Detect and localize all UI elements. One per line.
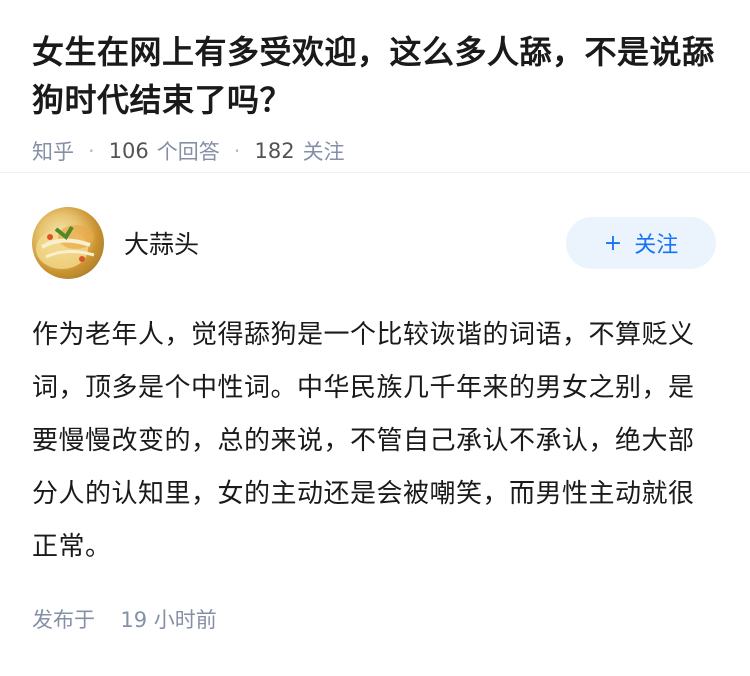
source-label[interactable]: 知乎 [32, 136, 74, 166]
author-info[interactable]: 大蒜头 [32, 207, 199, 279]
publish-info: 发布于 19 小时前 [32, 604, 718, 634]
question-header: 女生在网上有多受欢迎，这么多人舔，不是说舔狗时代结束了吗？ 知乎 · 106 个… [0, 0, 750, 173]
author-name[interactable]: 大蒜头 [124, 225, 199, 261]
author-row: 大蒜头 + 关注 [32, 207, 718, 279]
avatar[interactable] [32, 207, 104, 279]
plus-icon: + [603, 230, 623, 256]
answer-count-label: 个回答 [156, 140, 220, 164]
separator-dot: · [88, 139, 95, 163]
published-time: 19 小时前 [120, 608, 217, 632]
answer-content[interactable]: 作为老年人，觉得舔狗是一个比较诙谐的词语，不算贬义词，顶多是个中性词。中华民族几… [32, 309, 718, 574]
answer-count: 106 [108, 139, 149, 163]
follow-button[interactable]: + 关注 [566, 217, 716, 269]
separator-dot: · [233, 139, 241, 163]
answer-card: 大蒜头 + 关注 作为老年人，觉得舔狗是一个比较诙谐的词语，不算贬义词，顶多是个… [0, 173, 750, 634]
avatar-image [36, 225, 95, 269]
question-title[interactable]: 女生在网上有多受欢迎，这么多人舔，不是说舔狗时代结束了吗？ [32, 28, 718, 124]
follower-count-label: 关注 [302, 140, 345, 164]
question-meta: 知乎 · 106 个回答 · 182 关注 [32, 136, 718, 166]
published-label: 发布于 [32, 608, 95, 632]
follower-count: 182 [254, 139, 295, 163]
follow-button-label: 关注 [634, 233, 679, 258]
